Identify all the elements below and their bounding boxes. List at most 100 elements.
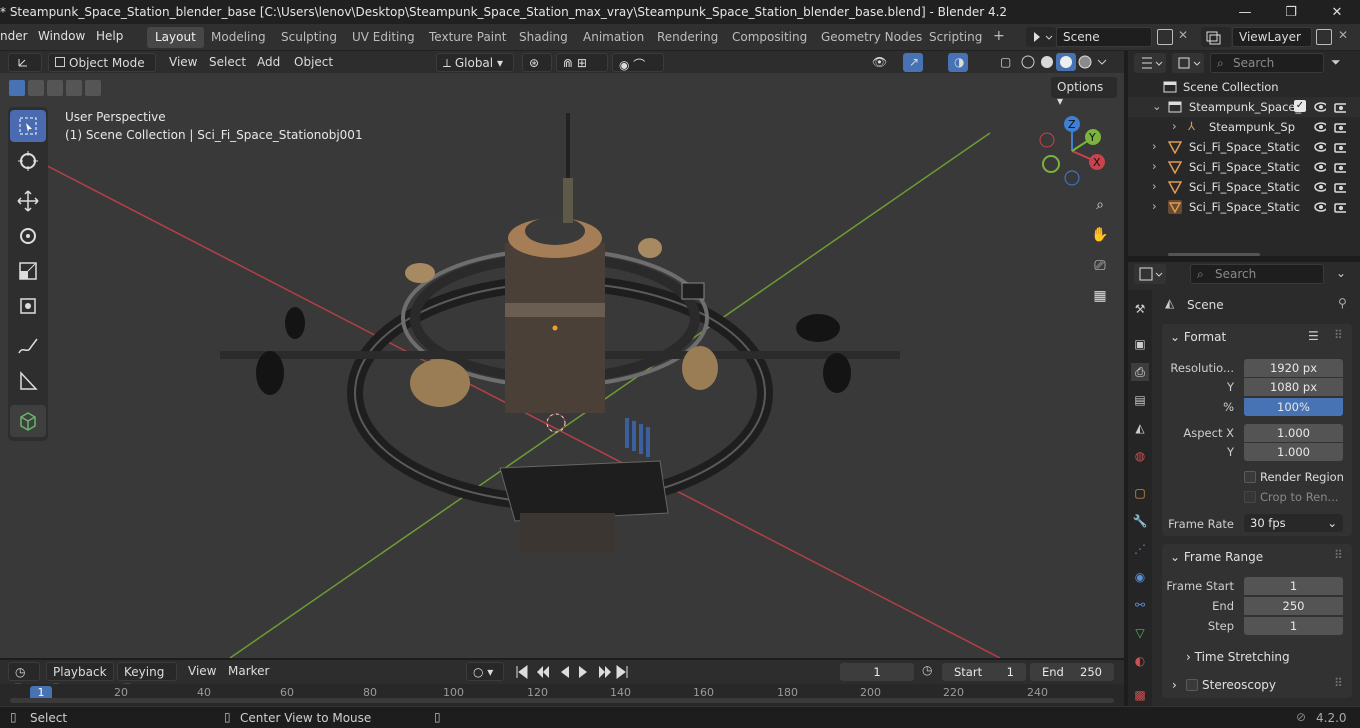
camera-render-icon[interactable]	[1334, 121, 1346, 133]
outliner-row[interactable]: › Sci_Fi_Space_Static	[1128, 197, 1360, 217]
frame-range-section-header[interactable]: ⌄ Frame Range	[1170, 550, 1263, 564]
editor-type-button[interactable]	[8, 53, 42, 72]
proportional-edit-icon[interactable]: ◉ ⌒	[612, 53, 664, 72]
eye-icon[interactable]	[1314, 181, 1326, 193]
minimize-button[interactable]: —	[1222, 0, 1268, 24]
properties-search-input[interactable]: ⌕ Search	[1190, 264, 1324, 284]
select-box-tool[interactable]	[10, 110, 46, 142]
pan-hand-icon[interactable]: ✋	[1087, 222, 1113, 248]
zoom-icon[interactable]: ⌕	[1087, 192, 1113, 218]
drag-handle-icon[interactable]: ⠿	[1334, 676, 1343, 690]
frame-step-field[interactable]: 1	[1244, 617, 1343, 635]
presets-list-icon[interactable]: ☰	[1308, 329, 1319, 343]
snap-icon[interactable]: ⋒ ⊞	[556, 53, 608, 72]
playback-menu[interactable]: Playback ▾	[46, 662, 114, 693]
drag-handle-icon[interactable]: ⠿	[1334, 328, 1343, 342]
maximize-button[interactable]: ❐	[1268, 0, 1314, 24]
aspect-y-field[interactable]: 1.000	[1244, 443, 1343, 461]
time-stretching-header[interactable]: › Time Stretching	[1186, 650, 1290, 664]
tab-shading[interactable]: Shading	[511, 27, 576, 48]
aspect-x-field[interactable]: 1.000	[1244, 424, 1343, 442]
tab-texture-paint[interactable]: Texture Paint	[421, 27, 514, 48]
menu-select[interactable]: Select	[203, 53, 252, 72]
outliner-search-input[interactable]: ⌕ Search	[1210, 53, 1324, 73]
selection-mode-icons[interactable]	[8, 79, 104, 97]
render-region-checkbox[interactable]	[1244, 471, 1256, 483]
scene-browse-button[interactable]	[1026, 27, 1056, 47]
tab-uv-editing[interactable]: UV Editing	[344, 27, 423, 48]
3d-viewport[interactable]: Z X Y Options ▾ User Perspective (1) Sce…	[0, 73, 1124, 658]
start-frame-field[interactable]: Start 1	[942, 663, 1026, 681]
scene-tab-icon[interactable]: ◭	[1131, 419, 1149, 437]
expand-chevron-icon[interactable]: ›	[1152, 179, 1157, 193]
new-view-layer-icon[interactable]	[1316, 29, 1332, 45]
stereoscopy-header[interactable]: ›	[1172, 678, 1177, 692]
gizmo-toggle-icon[interactable]: ↗	[903, 53, 923, 72]
mode-dropdown[interactable]: Object Mode ▾	[48, 53, 156, 84]
visibility-icon[interactable]: 👁	[866, 53, 892, 72]
current-frame-field[interactable]: 1	[840, 663, 914, 681]
pin-icon[interactable]: ⚲	[1338, 296, 1347, 310]
crop-checkbox[interactable]	[1244, 491, 1256, 503]
eye-icon[interactable]	[1314, 161, 1326, 173]
eye-icon[interactable]	[1314, 141, 1326, 153]
camera-render-icon[interactable]	[1334, 141, 1346, 153]
expand-chevron-icon[interactable]: ›	[1152, 159, 1157, 173]
tab-rendering[interactable]: Rendering	[649, 27, 726, 48]
render-tab-icon[interactable]: ▣	[1131, 335, 1149, 353]
perspective-toggle-icon[interactable]: ▦	[1087, 283, 1113, 309]
tab-compositing[interactable]: Compositing	[724, 27, 815, 48]
world-tab-icon[interactable]: ◍	[1131, 447, 1149, 465]
eye-icon[interactable]	[1314, 101, 1326, 113]
new-scene-icon[interactable]	[1157, 29, 1173, 45]
cursor-tool[interactable]	[10, 145, 46, 177]
resolution-y-field[interactable]: 1080 px	[1244, 378, 1343, 396]
playback-controls[interactable]	[513, 664, 635, 680]
tab-scripting[interactable]: Scripting	[921, 27, 990, 48]
expand-chevron-icon[interactable]: ⌄	[1152, 99, 1162, 113]
eye-icon[interactable]	[1314, 121, 1326, 133]
add-cube-tool[interactable]	[10, 405, 46, 437]
material-tab-icon[interactable]: ◐	[1131, 652, 1149, 670]
pivot-point-icon[interactable]: ⊛	[522, 53, 552, 72]
options-dropdown[interactable]: Options ▾	[1051, 77, 1117, 108]
tab-layout[interactable]: Layout	[147, 27, 204, 48]
camera-render-icon[interactable]	[1334, 161, 1346, 173]
tool-tab-icon[interactable]: ⚒	[1131, 300, 1149, 318]
annotate-tool[interactable]	[10, 330, 46, 362]
tab-geometry-nodes[interactable]: Geometry Nodes	[813, 27, 930, 48]
add-workspace-button[interactable]: +	[985, 25, 1013, 46]
physics-tab-icon[interactable]: ◉	[1131, 568, 1149, 586]
expand-chevron-icon[interactable]: ›	[1172, 119, 1177, 133]
stereoscopy-checkbox[interactable]	[1186, 679, 1198, 691]
resolution-pct-slider[interactable]: 100%	[1244, 398, 1343, 416]
chevron-down-icon[interactable]: ⌄	[1336, 266, 1346, 280]
format-section-header[interactable]: ⌄ Format	[1170, 330, 1226, 344]
menu-render[interactable]: nder	[0, 29, 28, 43]
constraints-tab-icon[interactable]: ⚯	[1131, 596, 1149, 614]
tab-modeling[interactable]: Modeling	[203, 27, 274, 48]
clock-icon[interactable]: ◷	[922, 663, 932, 677]
view-layer-field[interactable]: ViewLayer	[1232, 27, 1312, 47]
outliner-row[interactable]: › ⅄ Steampunk_Sp	[1128, 117, 1360, 137]
menu-window[interactable]: Window	[38, 29, 85, 43]
view-layer-tab-icon[interactable]: ▤	[1131, 391, 1149, 409]
timeline-editor-type-icon[interactable]: ◷ ▾	[8, 662, 40, 693]
object-tab-icon[interactable]: ▢	[1131, 484, 1149, 502]
tab-animation[interactable]: Animation	[575, 27, 652, 48]
expand-chevron-icon[interactable]: ›	[1152, 139, 1157, 153]
menu-object[interactable]: Object	[288, 53, 339, 72]
eye-icon[interactable]	[1314, 201, 1326, 213]
auto-key-icon[interactable]: ○ ▾	[466, 662, 504, 681]
menu-help[interactable]: Help	[96, 29, 123, 43]
view-layer-browse-button[interactable]	[1201, 27, 1231, 47]
filter-icon[interactable]: ⏷	[1331, 55, 1341, 70]
scene-name-field[interactable]: Scene	[1056, 27, 1152, 47]
camera-render-icon[interactable]	[1334, 101, 1346, 113]
overlay-toggle-icon[interactable]: ◑	[948, 53, 968, 72]
checkbox-icon[interactable]: ✓	[1294, 100, 1306, 112]
outliner-row[interactable]: › Sci_Fi_Space_Static	[1128, 137, 1360, 157]
close-button[interactable]: ✕	[1314, 0, 1360, 24]
menu-add[interactable]: Add	[251, 53, 286, 72]
frame-rate-dropdown[interactable]: 30 fps ⌄	[1244, 514, 1343, 532]
